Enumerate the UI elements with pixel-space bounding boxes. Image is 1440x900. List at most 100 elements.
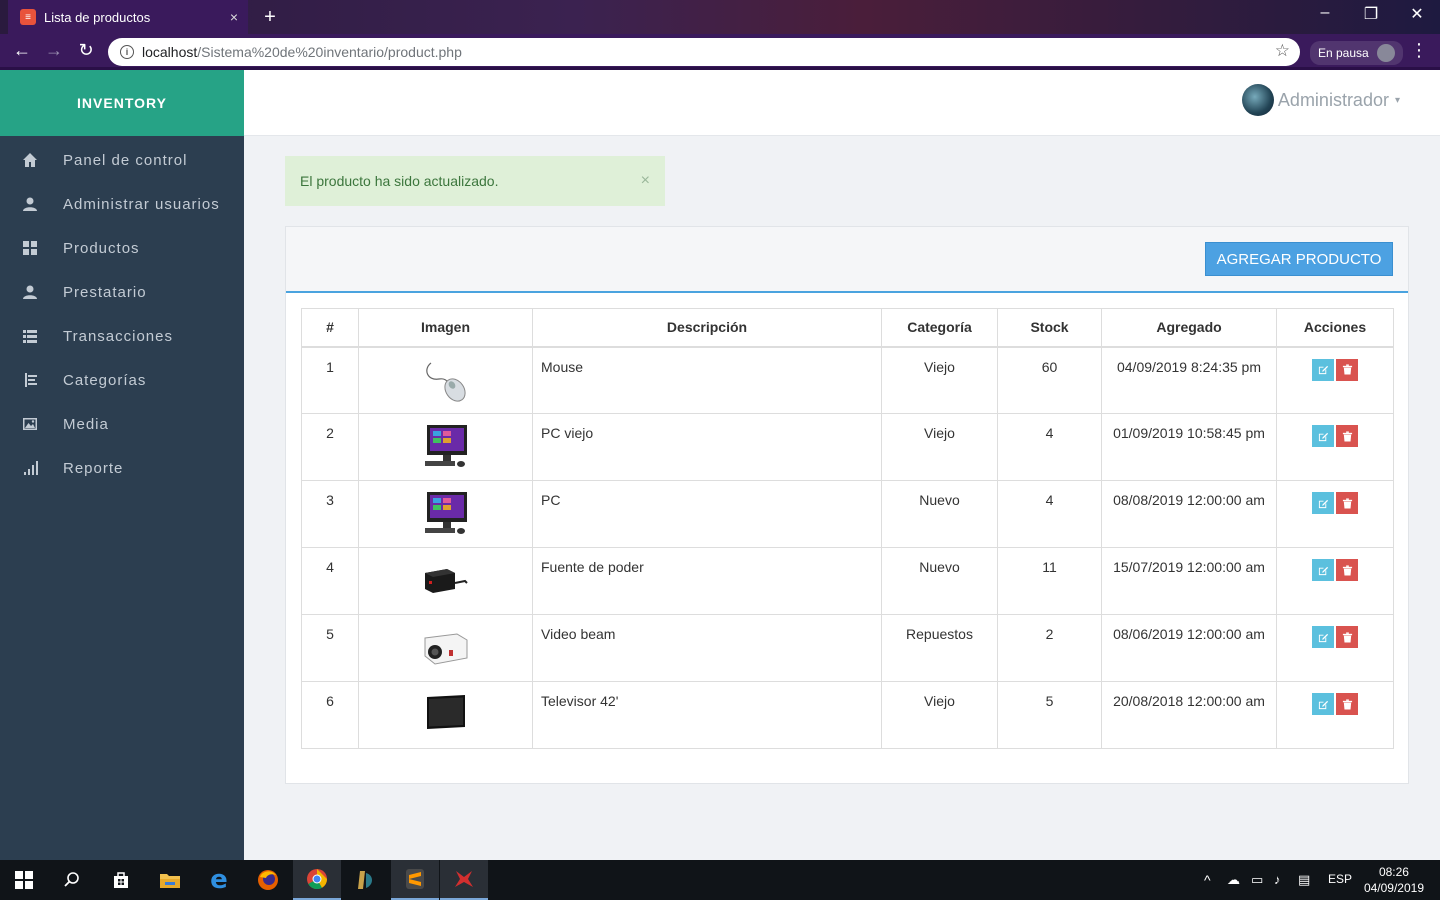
- sidebar-item-panel-de-control[interactable]: Panel de control: [0, 138, 244, 182]
- products-panel: AGREGAR PRODUCTO # Imagen Descripción Ca…: [285, 226, 1409, 784]
- bookmark-star-icon[interactable]: ☆: [1275, 41, 1290, 61]
- forward-icon[interactable]: →: [42, 40, 66, 61]
- taskbar-edge[interactable]: e: [195, 860, 243, 900]
- search-icon: [64, 872, 79, 887]
- browser-toolbar: ← → ↻ i localhost/Sistema%20de%20inventa…: [0, 34, 1440, 70]
- sidebar-item-categorias[interactable]: Categorías: [0, 358, 244, 402]
- profile-button[interactable]: En pausa: [1310, 41, 1403, 65]
- delete-button[interactable]: [1336, 358, 1358, 381]
- sidebar-item-transacciones[interactable]: Transacciones: [0, 314, 244, 358]
- product-category: Nuevo: [881, 547, 998, 615]
- profile-status: En pausa: [1318, 46, 1369, 60]
- back-icon[interactable]: ←: [10, 40, 34, 61]
- product-description: Fuente de poder: [532, 547, 882, 615]
- reload-icon[interactable]: ↻: [74, 40, 98, 61]
- sublime-icon: [406, 869, 424, 889]
- actions-cell: [1276, 547, 1394, 615]
- actions-cell: [1276, 346, 1394, 414]
- trash-icon: [1342, 698, 1352, 710]
- search-button[interactable]: [48, 860, 96, 900]
- clock[interactable]: 08:26 04/09/2019: [1364, 864, 1424, 896]
- edit-icon: [1318, 633, 1328, 642]
- user-menu[interactable]: Administrador ▾: [1241, 84, 1400, 116]
- sidebar-item-label: Productos: [63, 239, 140, 257]
- taskbar-sublime[interactable]: [391, 860, 439, 900]
- row-id: 6: [301, 681, 359, 749]
- tv-image: [426, 695, 465, 729]
- language-indicator[interactable]: ESP: [1328, 872, 1352, 886]
- add-product-button[interactable]: AGREGAR PRODUCTO: [1205, 242, 1393, 276]
- red-app-icon: [455, 871, 473, 887]
- start-button[interactable]: [0, 860, 48, 900]
- tray-expand-icon[interactable]: ^: [1204, 872, 1211, 888]
- browser-menu-icon[interactable]: ⋮: [1410, 40, 1428, 61]
- info-icon[interactable]: i: [120, 45, 134, 59]
- taskbar-app-red[interactable]: [440, 860, 488, 900]
- table-row: 3 PC Nuevo 4 08/08/2019 12:00:00 am: [301, 480, 1394, 548]
- browser-tab[interactable]: ≡ Lista de productos ×: [8, 0, 248, 34]
- product-image-cell: [358, 681, 533, 749]
- sidebar-item-media[interactable]: Media: [0, 402, 244, 446]
- edit-icon: [1318, 700, 1328, 709]
- taskbar-app-game[interactable]: [342, 860, 390, 900]
- onedrive-icon[interactable]: ☁: [1227, 872, 1240, 888]
- product-added-date: 15/07/2019 12:00:00 am: [1101, 547, 1277, 615]
- product-description: PC viejo: [532, 413, 882, 481]
- sidebar-item-prestatario[interactable]: Prestatario: [0, 270, 244, 314]
- delete-button[interactable]: [1336, 425, 1358, 447]
- edit-button[interactable]: [1312, 358, 1334, 381]
- column-header: Stock: [997, 308, 1102, 348]
- trash-icon: [1342, 497, 1352, 509]
- image-icon: [22, 416, 38, 432]
- sidebar-item-label: Categorías: [63, 371, 147, 389]
- product-image-cell: [358, 614, 533, 682]
- notifications-icon[interactable]: ▤: [1298, 872, 1310, 888]
- sidebar-item-label: Media: [63, 415, 109, 433]
- edit-button[interactable]: [1312, 626, 1334, 648]
- window-close-icon[interactable]: ✕: [1394, 4, 1440, 24]
- success-alert: El producto ha sido actualizado. ×: [285, 156, 665, 206]
- sidebar-item-productos[interactable]: Productos: [0, 226, 244, 270]
- game-launcher-icon: [358, 871, 372, 889]
- new-tab-button[interactable]: +: [258, 6, 282, 28]
- tab-close-icon[interactable]: ×: [230, 9, 238, 25]
- address-bar[interactable]: i localhost/Sistema%20de%20inventario/pr…: [108, 38, 1300, 66]
- products-table: # Imagen Descripción Categoría Stock Agr…: [301, 308, 1394, 749]
- sidebar-item-label: Reporte: [63, 459, 124, 477]
- folder-icon: [160, 874, 180, 888]
- column-header: Imagen: [358, 308, 533, 348]
- product-image-cell: [358, 547, 533, 615]
- delete-button[interactable]: [1336, 559, 1358, 581]
- restore-icon[interactable]: ❐: [1348, 4, 1394, 24]
- product-image-cell: [358, 413, 533, 481]
- edit-button[interactable]: [1312, 492, 1334, 514]
- clock-date: 04/09/2019: [1363, 881, 1424, 895]
- product-category: Viejo: [881, 681, 998, 749]
- url-path: /Sistema%20de%20inventario/product.php: [197, 44, 462, 60]
- delete-button[interactable]: [1336, 693, 1358, 715]
- os-taskbar: e ^ ☁ ▭ ♪ ▤ ESP 08:26 04/09/2019: [0, 860, 1440, 900]
- minimize-icon[interactable]: –: [1302, 4, 1348, 22]
- taskbar-file-explorer[interactable]: [146, 860, 194, 900]
- row-id: 4: [301, 547, 359, 615]
- taskbar-firefox[interactable]: [244, 860, 292, 900]
- trash-icon: [1342, 564, 1352, 576]
- network-icon[interactable]: ▭: [1251, 872, 1263, 888]
- edit-button[interactable]: [1312, 559, 1334, 581]
- table-header-row: # Imagen Descripción Categoría Stock Agr…: [301, 308, 1394, 348]
- sidebar-item-reporte[interactable]: Reporte: [0, 446, 244, 490]
- product-image-cell: [358, 480, 533, 548]
- delete-button[interactable]: [1336, 626, 1358, 648]
- column-header: Agregado: [1101, 308, 1277, 348]
- sidebar-item-administrar-usuarios[interactable]: Administrar usuarios: [0, 182, 244, 226]
- sidebar: INVENTORY Panel de control Administrar u…: [0, 70, 244, 860]
- taskbar-chrome[interactable]: [293, 860, 341, 900]
- taskbar-store[interactable]: [97, 860, 145, 900]
- delete-button[interactable]: [1336, 492, 1358, 514]
- edit-button[interactable]: [1312, 425, 1334, 447]
- brand-logo[interactable]: INVENTORY: [0, 70, 244, 136]
- volume-icon[interactable]: ♪: [1274, 872, 1281, 887]
- alert-close-icon[interactable]: ×: [641, 172, 650, 190]
- edit-button[interactable]: [1312, 693, 1334, 715]
- chrome-icon: [307, 869, 328, 890]
